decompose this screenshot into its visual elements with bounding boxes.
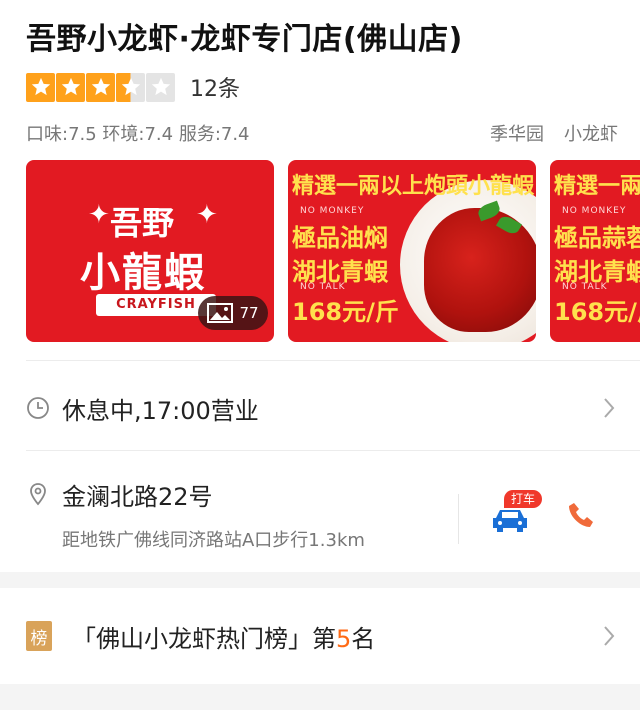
location-pin-icon xyxy=(26,482,50,506)
banner3-en1: NO MONKEY xyxy=(562,206,627,216)
star-icon xyxy=(26,72,55,102)
banner-en1: NO MONKEY xyxy=(300,206,365,216)
banner-price: 168元/斤 xyxy=(292,298,399,326)
banner3-price: 168元/斤 xyxy=(554,298,640,326)
ranking-suffix: 名 xyxy=(351,624,376,653)
ranking-badge-icon: 榜 xyxy=(26,621,52,651)
section-gap xyxy=(0,684,640,710)
tag-category[interactable]: 小龙虾 xyxy=(564,120,618,146)
banner3-dish1: 極品蒜蓉 xyxy=(554,224,640,252)
claw-icon: ✦ xyxy=(88,200,110,230)
address-text: 金澜北路22号 xyxy=(62,482,213,511)
shop-title: 吾野小龙虾·龙虾专门店(佛山店) xyxy=(26,22,463,57)
half-star-icon xyxy=(116,72,145,102)
photo-strip[interactable]: ✦ ✦ 吾野 小龍蝦 CRAYFISH 77 精選一兩以上炮頭小龍蝦 NO MO… xyxy=(26,160,640,342)
vertical-divider xyxy=(458,494,459,544)
phone-call-button[interactable] xyxy=(566,500,596,530)
banner-en2: NO TALK xyxy=(300,282,346,292)
tag-area[interactable]: 季华园 xyxy=(490,120,544,146)
banner-headline: 精選一兩以上炮頭小龍蝦 xyxy=(292,174,535,199)
ranking-prefix: 「佛山小龙虾热门榜」第 xyxy=(72,624,336,653)
hours-text: 休息中,17:00营业 xyxy=(62,396,259,425)
ranking-text: 「佛山小龙虾热门榜」第5名 xyxy=(72,619,375,654)
claw-icon: ✦ xyxy=(196,200,218,230)
phone-icon xyxy=(569,503,593,527)
photo-banner-3[interactable]: 精選一兩以 NO MONKEY 極品蒜蓉 湖北青蝦 NO TALK 168元/斤 xyxy=(550,160,640,342)
shop-tags: 季华园 小龙虾 xyxy=(490,120,618,146)
hours-row[interactable]: 休息中,17:00营业 xyxy=(26,388,640,428)
photo-count: 77 xyxy=(239,304,259,322)
chevron-right-icon xyxy=(602,396,616,420)
rating-row: 12条 xyxy=(26,72,240,102)
ranking-row[interactable]: 榜 「佛山小龙虾热门榜」第5名 xyxy=(26,618,640,654)
score-breakdown: 口味:7.5 环境:7.4 服务:7.4 xyxy=(26,124,250,145)
star-icon xyxy=(56,72,85,102)
car-icon xyxy=(493,510,527,532)
banner3-headline: 精選一兩以 xyxy=(554,174,640,199)
image-icon xyxy=(207,303,234,323)
empty-star-icon xyxy=(146,72,175,102)
photo-banner[interactable]: 精選一兩以上炮頭小龍蝦 NO MONKEY 極品油焖 湖北青蝦 NO TALK … xyxy=(288,160,536,342)
logo-line1: 吾野 xyxy=(110,204,175,242)
address-row[interactable]: 金澜北路22号 xyxy=(26,476,640,512)
clock-icon xyxy=(26,396,50,420)
review-count[interactable]: 12条 xyxy=(190,71,240,103)
address-subway-distance: 距地铁广佛线同济路站A口步行1.3km xyxy=(62,530,365,551)
banner-dish1: 極品油焖 xyxy=(292,224,388,252)
photo-logo[interactable]: ✦ ✦ 吾野 小龍蝦 CRAYFISH 77 xyxy=(26,160,274,342)
ranking-number: 5 xyxy=(336,624,352,653)
banner3-en2: NO TALK xyxy=(562,282,608,292)
section-gap xyxy=(0,572,640,588)
taxi-button[interactable]: 打车 xyxy=(490,490,542,536)
photo-count-badge[interactable]: 77 xyxy=(198,296,268,330)
divider xyxy=(26,360,640,361)
divider xyxy=(26,450,640,451)
logo-line2: 小龍蝦 xyxy=(80,250,206,296)
star-icon xyxy=(86,72,115,102)
chevron-right-icon xyxy=(602,624,616,648)
